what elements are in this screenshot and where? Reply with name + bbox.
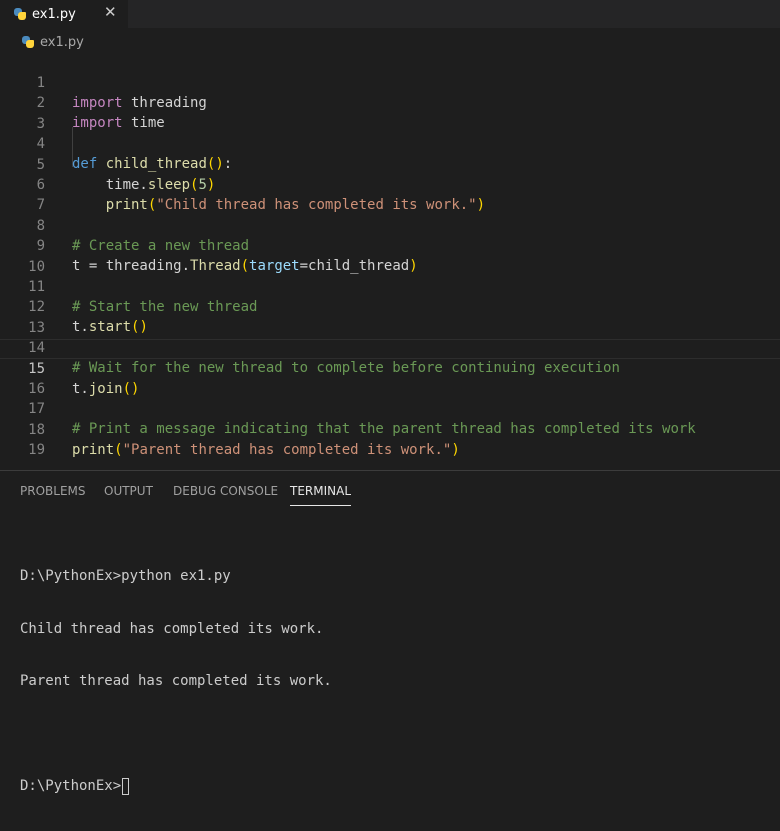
code-line[interactable]: 11 # Start the new thread <box>0 257 780 315</box>
bottom-panel: PROBLEMS OUTPUT DEBUG CONSOLE TERMINAL D… <box>0 470 780 795</box>
breadcrumb-file-label: ex1.py <box>40 34 84 50</box>
tab-terminal[interactable]: TERMINAL <box>290 483 352 506</box>
code-line[interactable]: 19 <box>0 420 780 458</box>
python-file-icon <box>14 8 26 20</box>
code-line[interactable]: 18 print("Parent thread has completed it… <box>0 400 780 458</box>
code-token: ( <box>114 441 123 458</box>
terminal-prompt: D:\PythonEx> <box>20 778 122 794</box>
tab-debug-console[interactable]: DEBUG CONSOLE <box>173 483 278 505</box>
code-line[interactable]: 3 <box>0 94 780 132</box>
tab-ex1-py[interactable]: ex1.py ✕ <box>0 0 128 28</box>
terminal-output[interactable]: D:\PythonEx>python ex1.py Child thread h… <box>20 533 760 831</box>
close-icon[interactable]: ✕ <box>104 3 117 21</box>
code-token: "Parent thread has completed its work." <box>122 441 452 458</box>
terminal-cursor <box>122 778 130 795</box>
code-line[interactable]: 17 # Print a message indicating that the… <box>0 379 780 437</box>
code-line[interactable]: 5 time.sleep(5) <box>0 135 780 193</box>
code-line[interactable]: 7 <box>0 175 780 213</box>
code-line[interactable]: 12 t.start() <box>0 277 780 335</box>
tab-output[interactable]: OUTPUT <box>104 483 153 505</box>
code-line[interactable]: 10 <box>0 237 780 275</box>
terminal-line: Parent thread has completed its work. <box>20 673 332 689</box>
code-line[interactable]: 4 def child_thread(): <box>0 114 780 172</box>
tab-label: ex1.py <box>32 6 76 22</box>
code-line[interactable]: 9 t = threading.Thread(target=child_thre… <box>0 216 780 274</box>
terminal-prompt-line[interactable]: D:\PythonEx> <box>20 778 760 796</box>
code-line[interactable]: 13 <box>0 298 780 336</box>
code-line[interactable]: 16 <box>0 359 780 397</box>
code-line[interactable]: 1 import threading <box>0 53 780 111</box>
code-line[interactable]: 2 import time <box>0 73 780 131</box>
line-number: 19 <box>28 442 45 459</box>
code-line[interactable]: 6 print("Child thread has completed its … <box>0 155 780 213</box>
tab-problems[interactable]: PROBLEMS <box>20 483 86 505</box>
breadcrumb[interactable]: ex1.py <box>22 33 84 51</box>
terminal-line: D:\PythonEx>python ex1.py <box>20 568 231 584</box>
code-token: print <box>72 441 115 458</box>
terminal-line: Child thread has completed its work. <box>20 620 324 637</box>
code-token: ) <box>451 441 460 458</box>
python-file-icon <box>22 36 34 48</box>
code-line-current[interactable]: 15 t.join() <box>0 339 780 397</box>
editor-tab-bar: ex1.py ✕ <box>0 0 780 28</box>
code-line[interactable]: 8 # Create a new thread <box>0 196 780 254</box>
code-line[interactable]: 14 # Wait for the new thread to complete… <box>0 318 780 376</box>
code-editor[interactable]: 1 import threading 2 import time 3 4 def… <box>0 53 780 458</box>
